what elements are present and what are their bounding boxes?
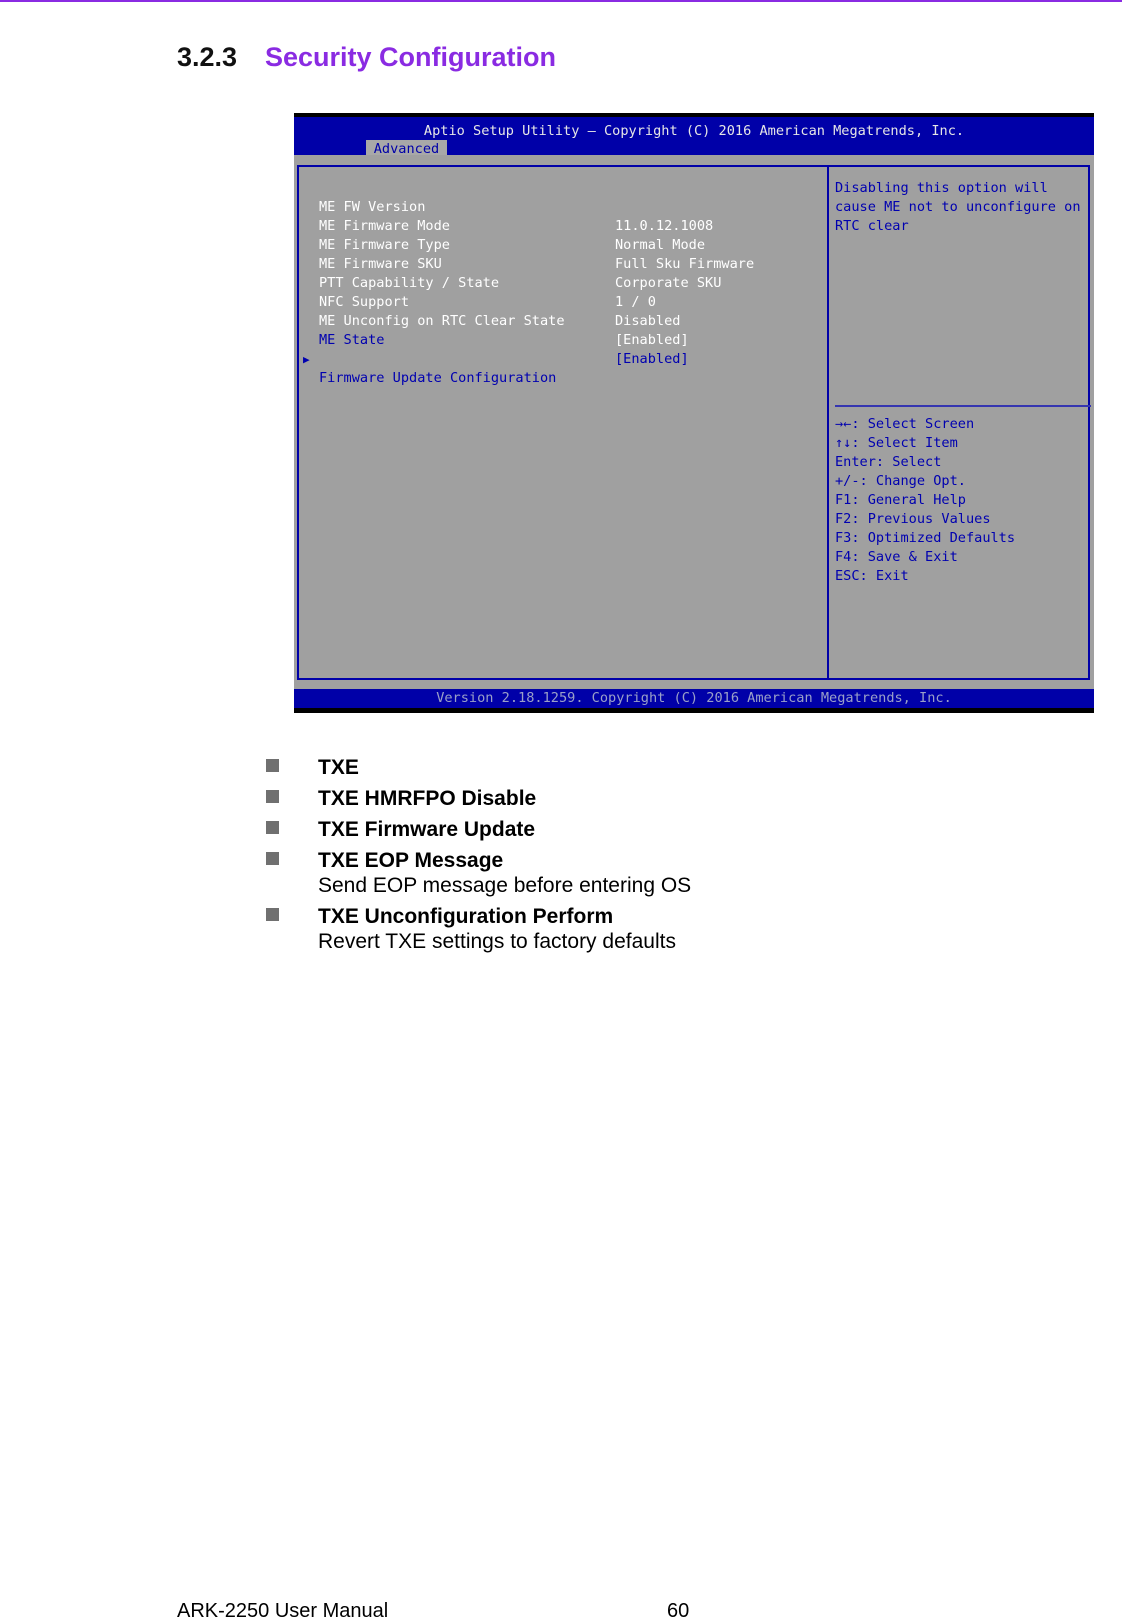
square-bullet-icon	[266, 908, 279, 921]
setting-row-me-firmware-mode: ME Firmware Mode Normal Mode	[299, 198, 705, 253]
square-bullet-icon	[266, 790, 279, 803]
bullet-title: TXE EOP Message	[318, 849, 504, 872]
bullet-title: TXE Unconfiguration Perform	[318, 905, 614, 928]
key-help-select-screen: →←: Select Screen	[835, 416, 975, 432]
bios-body: ME FW Version 11.0.12.1008 ME Firmware M…	[294, 155, 1094, 689]
bullet-item: TXE HMRFPO Disable	[266, 783, 691, 814]
help-text-line: cause ME not to unconfigure on	[835, 199, 1081, 215]
setting-row-me-unconfig-rtc-clear[interactable]: ME Unconfig on RTC Clear State [Enabled]	[299, 293, 689, 348]
setting-value: 11.0.12.1008	[615, 218, 714, 234]
bullet-title: TXE	[318, 756, 359, 779]
key-help-enter: Enter: Select	[835, 454, 942, 470]
footer-manual-name: ARK-2250 User Manual	[177, 1600, 389, 1622]
help-text-line: RTC clear	[835, 218, 909, 234]
bios-title: Aptio Setup Utility – Copyright (C) 2016…	[423, 123, 965, 139]
key-help-list: →←: Select Screen ↑↓: Select Item Enter:…	[835, 415, 1015, 586]
square-bullet-icon	[266, 852, 279, 865]
bullet-item: TXE EOP Message Send EOP message before …	[266, 845, 691, 901]
bios-screenshot: Aptio Setup Utility – Copyright (C) 2016…	[294, 113, 1094, 713]
setting-value: Disabled	[615, 313, 681, 329]
bullet-title: TXE Firmware Update	[318, 818, 536, 841]
footer-page-number: 60	[667, 1600, 690, 1622]
bullet-item: TXE	[266, 752, 691, 783]
setting-row-me-firmware-sku: ME Firmware SKU Corporate SKU	[299, 236, 721, 291]
square-bullet-icon	[266, 821, 279, 834]
panel-divider	[827, 167, 829, 678]
submenu-label[interactable]: Firmware Update Configuration	[319, 369, 556, 388]
bios-footer: Version 2.18.1259. Copyright (C) 2016 Am…	[294, 689, 1094, 708]
key-help-change-opt: +/-: Change Opt.	[835, 473, 966, 489]
setting-row-nfc-support: NFC Support Disabled	[299, 274, 680, 329]
top-rule	[0, 0, 1122, 2]
bios-frame: ME FW Version 11.0.12.1008 ME Firmware M…	[297, 165, 1091, 680]
setting-value: Full Sku Firmware	[615, 256, 755, 272]
bullet-list: TXE TXE HMRFPO Disable TXE Firmware Upda…	[266, 752, 691, 957]
bios-header: Aptio Setup Utility – Copyright (C) 2016…	[294, 117, 1094, 159]
key-help-f1: F1: General Help	[835, 492, 966, 508]
bullet-item: TXE Unconfiguration Perform Revert TXE s…	[266, 901, 691, 957]
key-help-f3: F3: Optimized Defaults	[835, 530, 1016, 546]
setting-dropdown[interactable]: [Enabled]	[615, 331, 689, 350]
bullet-title: TXE HMRFPO Disable	[318, 787, 537, 810]
bullet-description: Send EOP message before entering OS	[318, 874, 692, 897]
key-help-select-item: ↑↓: Select Item	[835, 435, 958, 451]
setting-value: Normal Mode	[615, 237, 706, 253]
square-bullet-icon	[266, 759, 279, 772]
help-text-line: Disabling this option will	[835, 180, 1048, 196]
key-help-f2: F2: Previous Values	[835, 511, 991, 527]
setting-row-me-state[interactable]: ME State [Enabled]	[299, 312, 689, 367]
key-help-esc: ESC: Exit	[835, 568, 909, 584]
submenu-firmware-update-configuration[interactable]: ▶ Firmware Update Configuration	[299, 331, 556, 386]
bullet-description: Revert TXE settings to factory defaults	[318, 930, 676, 953]
setting-dropdown[interactable]: [Enabled]	[615, 350, 689, 369]
triangle-right-icon: ▶	[303, 353, 310, 366]
setting-value: 1 / 0	[615, 294, 656, 310]
setting-value: Corporate SKU	[615, 275, 722, 291]
bullet-item: TXE Firmware Update	[266, 814, 691, 845]
section-title: Security Configuration	[265, 42, 557, 72]
setting-row-me-fw-version: ME FW Version 11.0.12.1008	[299, 179, 713, 234]
help-panel: Disabling this option will cause ME not …	[835, 179, 1081, 236]
key-help-f4: F4: Save & Exit	[835, 549, 958, 565]
setting-row-me-firmware-type: ME Firmware Type Full Sku Firmware	[299, 217, 754, 272]
help-divider	[835, 405, 1091, 407]
section-heading: 3.2.3 Security Configuration	[177, 42, 556, 73]
setting-row-ptt-capability: PTT Capability / State 1 / 0	[299, 255, 656, 310]
section-number: 3.2.3	[177, 42, 238, 72]
